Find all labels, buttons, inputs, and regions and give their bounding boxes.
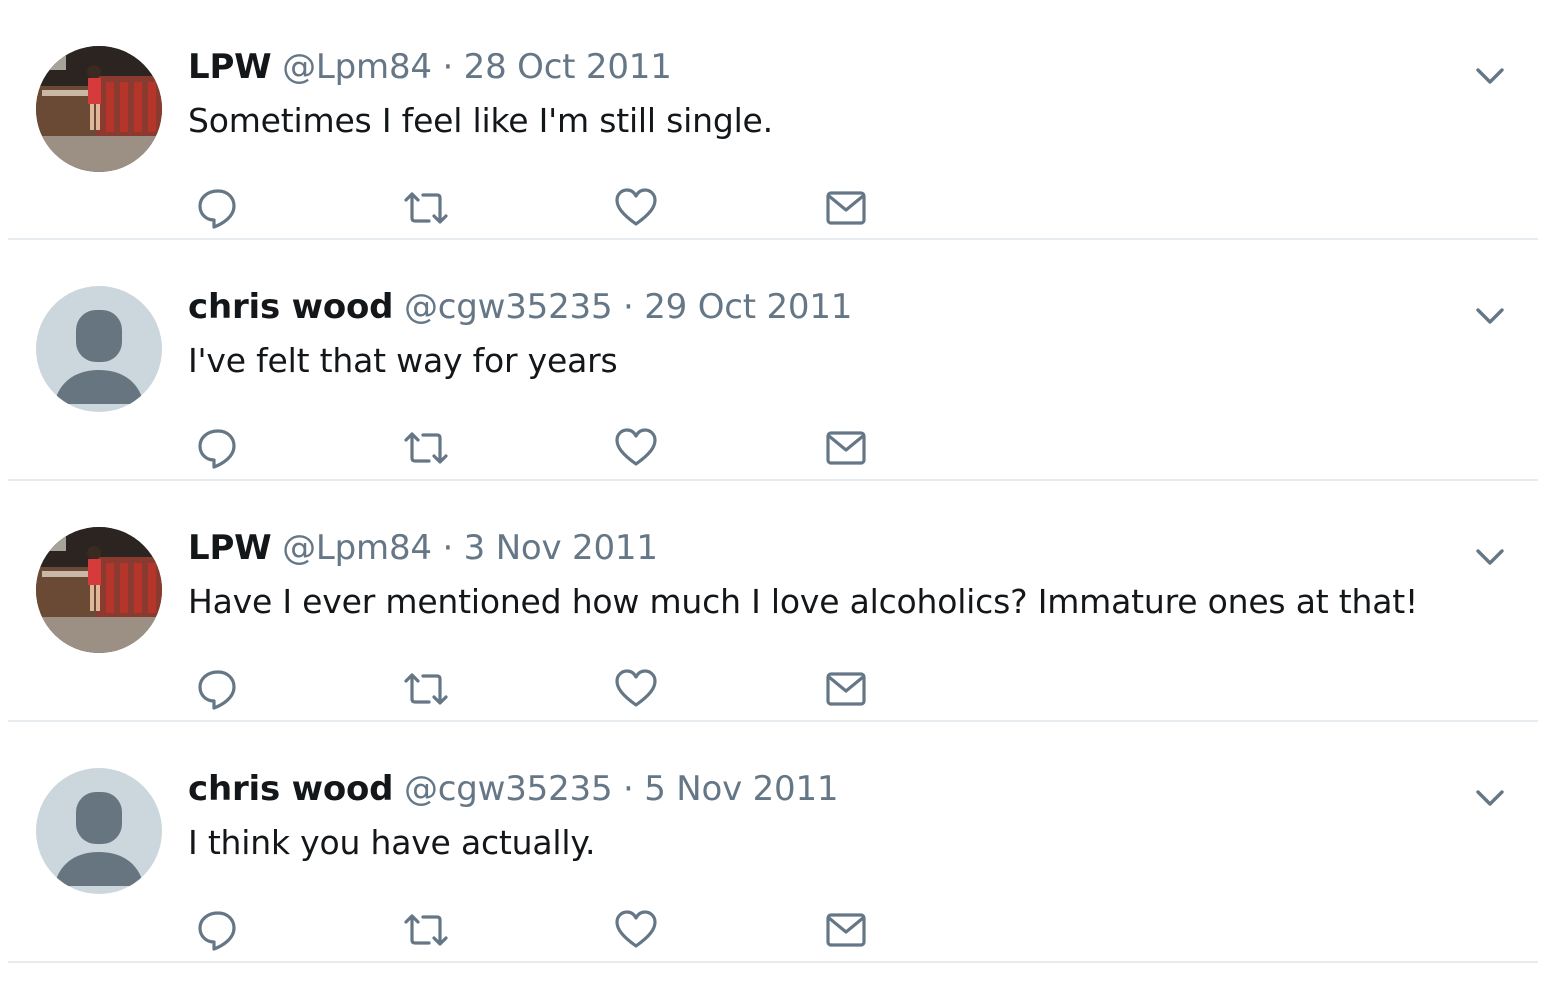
heart-icon[interactable] bbox=[612, 665, 660, 713]
chevron-down-icon[interactable] bbox=[1470, 537, 1510, 577]
meta-separator: · bbox=[442, 528, 454, 568]
tweet-header: LPW @Lpm84 · 28 Oct 2011 bbox=[188, 44, 672, 90]
tweet-header: chris wood @cgw35235 · 29 Oct 2011 bbox=[188, 284, 852, 330]
tweet-text: Have I ever mentioned how much I love al… bbox=[188, 582, 1419, 621]
retweet-icon[interactable] bbox=[402, 906, 450, 954]
envelope-icon[interactable] bbox=[822, 424, 870, 472]
avatar-default[interactable] bbox=[36, 286, 162, 412]
chevron-down-icon[interactable] bbox=[1470, 56, 1510, 96]
envelope-icon[interactable] bbox=[822, 665, 870, 713]
tweet-actions bbox=[192, 906, 892, 954]
author-handle[interactable]: @cgw35235 bbox=[404, 769, 613, 809]
author-name[interactable]: chris wood bbox=[188, 769, 394, 809]
chevron-down-icon[interactable] bbox=[1470, 778, 1510, 818]
tweet-date[interactable]: 3 Nov 2011 bbox=[464, 528, 658, 568]
author-name[interactable]: LPW bbox=[188, 528, 272, 568]
envelope-icon[interactable] bbox=[822, 906, 870, 954]
retweet-icon[interactable] bbox=[402, 184, 450, 232]
avatar-photo[interactable] bbox=[36, 46, 162, 172]
tweet-text: I've felt that way for years bbox=[188, 341, 618, 380]
heart-icon[interactable] bbox=[612, 184, 660, 232]
meta-separator: · bbox=[623, 287, 634, 327]
tweet-actions bbox=[192, 184, 892, 232]
retweet-icon[interactable] bbox=[402, 424, 450, 472]
heart-icon[interactable] bbox=[612, 424, 660, 472]
avatar-photo[interactable] bbox=[36, 527, 162, 653]
tweet-actions bbox=[192, 424, 892, 472]
chevron-down-icon[interactable] bbox=[1470, 296, 1510, 336]
author-name[interactable]: LPW bbox=[188, 47, 272, 87]
author-handle[interactable]: @Lpm84 bbox=[282, 528, 432, 568]
tweet[interactable]: chris wood @cgw35235 · 29 Oct 2011 I've … bbox=[8, 240, 1538, 481]
meta-separator: · bbox=[623, 769, 634, 809]
author-handle[interactable]: @Lpm84 bbox=[282, 47, 432, 87]
reply-icon[interactable] bbox=[194, 665, 242, 713]
tweet-text: Sometimes I feel like I'm still single. bbox=[188, 101, 773, 140]
tweet-actions bbox=[192, 665, 892, 713]
meta-separator: · bbox=[442, 47, 454, 87]
tweet-date[interactable]: 5 Nov 2011 bbox=[644, 769, 838, 809]
reply-icon[interactable] bbox=[194, 906, 242, 954]
author-name[interactable]: chris wood bbox=[188, 287, 394, 327]
reply-icon[interactable] bbox=[194, 184, 242, 232]
tweet-text: I think you have actually. bbox=[188, 823, 596, 862]
retweet-icon[interactable] bbox=[402, 665, 450, 713]
heart-icon[interactable] bbox=[612, 906, 660, 954]
tweet-date[interactable]: 29 Oct 2011 bbox=[644, 287, 852, 327]
tweet-date[interactable]: 28 Oct 2011 bbox=[464, 47, 672, 87]
tweet-header: LPW @Lpm84 · 3 Nov 2011 bbox=[188, 525, 658, 571]
tweet[interactable]: chris wood @cgw35235 · 5 Nov 2011 I thin… bbox=[8, 722, 1538, 963]
tweet[interactable]: LPW @Lpm84 · 28 Oct 2011 Sometimes I fee… bbox=[8, 0, 1538, 240]
author-handle[interactable]: @cgw35235 bbox=[404, 287, 613, 327]
avatar-default[interactable] bbox=[36, 768, 162, 894]
tweet-timeline: LPW @Lpm84 · 28 Oct 2011 Sometimes I fee… bbox=[0, 0, 1560, 963]
envelope-icon[interactable] bbox=[822, 184, 870, 232]
tweet-header: chris wood @cgw35235 · 5 Nov 2011 bbox=[188, 766, 839, 812]
reply-icon[interactable] bbox=[194, 424, 242, 472]
tweet[interactable]: LPW @Lpm84 · 3 Nov 2011 Have I ever ment… bbox=[8, 481, 1538, 722]
